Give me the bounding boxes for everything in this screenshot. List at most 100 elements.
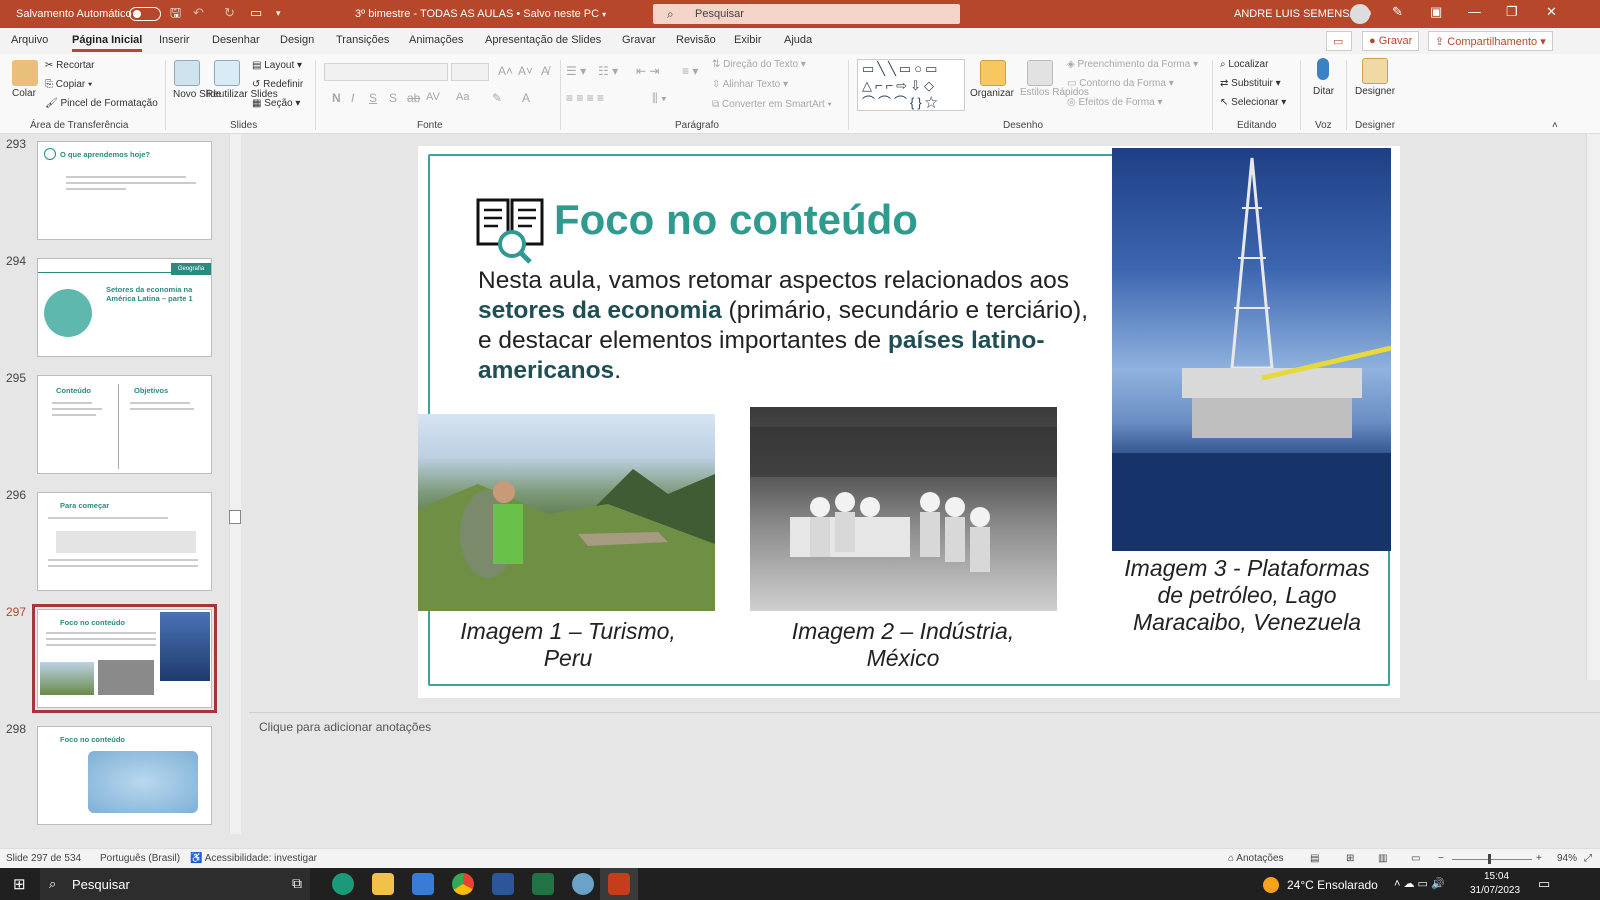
- share-button[interactable]: ⇪ Compartilhamento ▾: [1428, 31, 1553, 51]
- tab-inserir[interactable]: Inserir: [159, 34, 190, 46]
- customize-toolbar-icon[interactable]: ▾: [276, 6, 281, 20]
- tab-exibir[interactable]: Exibir: [734, 34, 762, 46]
- tab-revisao[interactable]: Revisão: [676, 34, 716, 46]
- underline-icon[interactable]: S: [369, 91, 377, 105]
- tab-arquivo[interactable]: Arquivo: [11, 34, 48, 46]
- edge-icon[interactable]: [332, 873, 354, 895]
- numbering-icon[interactable]: ☷ ▾: [598, 64, 618, 78]
- zoom-slider[interactable]: [1452, 859, 1532, 860]
- clock-time[interactable]: 15:04: [1484, 871, 1509, 882]
- tab-desenhar[interactable]: Desenhar: [212, 34, 260, 46]
- shape-fill-button[interactable]: ◈ Preenchimento da Forma ▾: [1067, 59, 1198, 70]
- new-slide-button[interactable]: Novo Slide: [173, 88, 221, 101]
- highlight-icon[interactable]: ✎: [492, 91, 502, 105]
- tab-animacoes[interactable]: Animações: [409, 34, 463, 46]
- dictate-button[interactable]: Ditar: [1313, 86, 1334, 97]
- select-button[interactable]: ↖ Selecionar ▾: [1220, 97, 1286, 108]
- word-icon[interactable]: [492, 873, 514, 895]
- case-icon[interactable]: Aa: [456, 91, 469, 103]
- undo-icon[interactable]: ↶: [193, 6, 204, 20]
- normal-view-icon[interactable]: ▤: [1310, 853, 1319, 864]
- font-color-icon[interactable]: A: [522, 91, 530, 105]
- image-oil-platform[interactable]: [1112, 148, 1391, 551]
- tab-gravar[interactable]: Gravar: [622, 34, 656, 46]
- slide-thumbnail-296[interactable]: Para começar: [37, 492, 212, 591]
- paste-icon[interactable]: [12, 60, 38, 86]
- columns-icon[interactable]: ⫼ ▾: [652, 91, 667, 106]
- language-indicator[interactable]: Português (Brasil): [100, 853, 180, 864]
- excel-icon[interactable]: [532, 873, 554, 895]
- powerpoint-icon[interactable]: [608, 873, 630, 895]
- indent-icon[interactable]: ⇤ ⇥: [636, 64, 659, 78]
- notes-placeholder[interactable]: Clique para adicionar anotações: [259, 720, 431, 734]
- slide-thumbnail-297[interactable]: Foco no conteúdo: [32, 604, 217, 713]
- text-direction-button[interactable]: ⇅ Direção do Texto ▾: [712, 59, 806, 70]
- zoom-in-icon[interactable]: +: [1536, 853, 1542, 864]
- thumbnail-scrollbar[interactable]: [229, 134, 241, 834]
- bullets-icon[interactable]: ☰ ▾: [566, 64, 586, 78]
- collapse-ribbon-icon[interactable]: ˄: [1552, 120, 1558, 131]
- spacing-icon[interactable]: AV: [426, 91, 440, 103]
- designer-button[interactable]: Designer: [1355, 86, 1395, 97]
- sorter-view-icon[interactable]: ⊞: [1346, 853, 1354, 864]
- caption-image-2[interactable]: Imagem 2 – Indústria, México: [763, 618, 1043, 672]
- restore-icon[interactable]: ❐: [1506, 4, 1518, 20]
- smartart-button[interactable]: ⧉ Converter em SmartArt ▾: [712, 99, 832, 110]
- notes-toggle[interactable]: ⌂ Anotações: [1228, 853, 1284, 864]
- quick-styles-icon[interactable]: [1027, 60, 1053, 86]
- microphone-icon[interactable]: [1317, 58, 1329, 80]
- clear-format-icon[interactable]: A̸: [541, 64, 549, 78]
- align-text-button[interactable]: ⇳ Alinhar Texto ▾: [712, 79, 788, 90]
- quick-styles-button[interactable]: Estilos Rápidos: [1020, 86, 1089, 99]
- reuse-slides-icon[interactable]: [214, 60, 240, 86]
- close-icon[interactable]: ✕: [1546, 4, 1557, 20]
- font-family-combo[interactable]: [324, 63, 448, 81]
- zoom-level[interactable]: 94%: [1557, 853, 1577, 864]
- fit-slide-icon[interactable]: ⤢: [1584, 853, 1592, 864]
- search-box[interactable]: ⌕ Pesquisar: [653, 4, 960, 24]
- slide-thumbnail-298[interactable]: Foco no conteúdo: [37, 726, 212, 825]
- shape-outline-button[interactable]: ▭ Contorno da Forma ▾: [1067, 78, 1174, 89]
- line-spacing-icon[interactable]: ≡ ▾: [682, 64, 698, 78]
- shrink-font-icon[interactable]: A˅: [518, 64, 533, 78]
- caption-image-1[interactable]: Imagem 1 – Turismo, Peru: [438, 618, 698, 672]
- image-tourism-peru[interactable]: [418, 414, 715, 611]
- tab-pagina-inicial[interactable]: Página Inicial: [72, 34, 143, 52]
- paste-button[interactable]: Colar: [12, 88, 36, 99]
- bold-icon[interactable]: N: [332, 91, 341, 105]
- weather-label[interactable]: 24°C Ensolarado: [1287, 878, 1378, 892]
- system-tray-icons[interactable]: ˄ ☁ ▭ 🔊: [1394, 877, 1445, 890]
- ribbon-display-icon[interactable]: ▣: [1430, 4, 1442, 20]
- slide-canvas[interactable]: Foco no conteúdo Nesta aula, vamos retom…: [418, 146, 1400, 698]
- comments-button[interactable]: ▭: [1326, 31, 1352, 51]
- autosave-toggle[interactable]: [129, 7, 161, 21]
- cut-button[interactable]: ✂ Recortar: [45, 60, 95, 71]
- designer-icon[interactable]: [1362, 58, 1388, 84]
- pane-splitter-handle[interactable]: [229, 510, 241, 524]
- replace-button[interactable]: ⇄ Substituir ▾: [1220, 78, 1281, 89]
- accessibility-status[interactable]: ♿ Acessibilidade: investigar: [190, 853, 317, 864]
- save-icon[interactable]: 🖫: [170, 6, 181, 20]
- shadow-icon[interactable]: S: [389, 91, 397, 105]
- copy-button[interactable]: ⎘ Copiar ▾: [45, 79, 92, 90]
- italic-icon[interactable]: I: [351, 91, 354, 105]
- weather-icon[interactable]: [1263, 877, 1279, 893]
- strike-icon[interactable]: ab: [407, 91, 420, 105]
- slide-thumbnail-294[interactable]: Geografia Setores da economia na América…: [37, 258, 212, 357]
- shape-effects-button[interactable]: ◎ Efeitos de Forma ▾: [1067, 97, 1162, 108]
- notifications-icon[interactable]: ▭: [1538, 876, 1550, 892]
- chrome-icon[interactable]: [452, 873, 474, 895]
- align-icons[interactable]: ≡ ≡ ≡ ≡: [566, 91, 604, 105]
- font-size-combo[interactable]: [451, 63, 489, 81]
- tab-apresentacao[interactable]: Apresentação de Slides: [485, 34, 601, 46]
- arrange-icon[interactable]: [980, 60, 1006, 86]
- caption-image-3[interactable]: Imagem 3 - Plataformas de petróleo, Lago…: [1113, 555, 1381, 636]
- task-view-icon[interactable]: ⧉: [292, 875, 302, 892]
- reading-view-icon[interactable]: ▥: [1378, 853, 1387, 864]
- record-button[interactable]: ● Gravar: [1362, 31, 1420, 51]
- taskbar-search[interactable]: ⌕ Pesquisar: [40, 868, 310, 900]
- store-icon[interactable]: [412, 873, 434, 895]
- layout-button[interactable]: ▤ Layout ▾: [252, 60, 302, 71]
- avatar[interactable]: [1350, 4, 1370, 24]
- file-explorer-icon[interactable]: [372, 873, 394, 895]
